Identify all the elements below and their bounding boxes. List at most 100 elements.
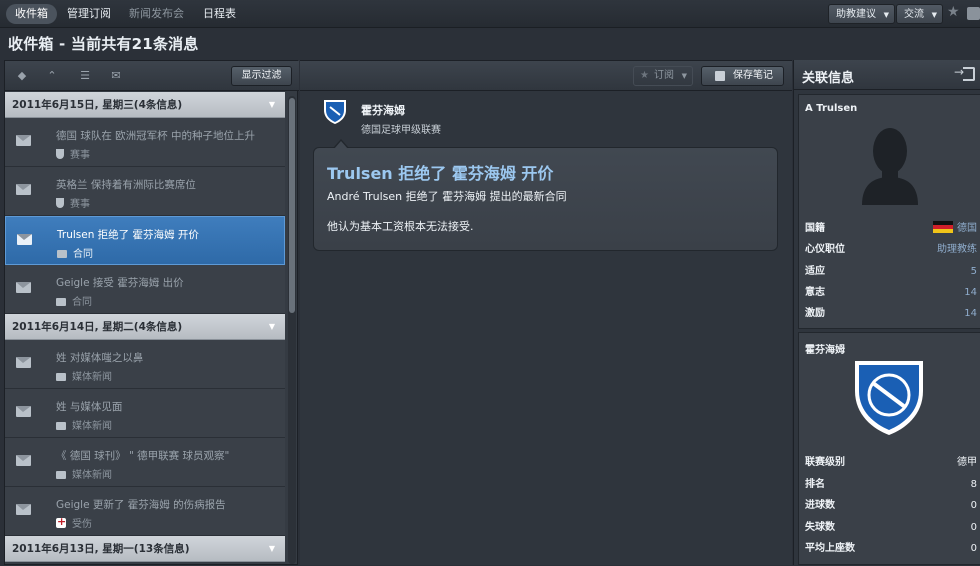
info-key: 意志 [805, 287, 825, 298]
list-item[interactable]: 《 德国 球刊》 " 德甲联赛 球员观察" 媒体新闻 [5, 438, 285, 487]
list-item[interactable]: Geigle 接受 霍芬海姆 出价 合同 [5, 265, 285, 314]
info-value: 0 [970, 500, 977, 511]
info-key: 激励 [805, 308, 825, 319]
message-category: 媒体新闻 [56, 417, 112, 432]
category-label: 赛事 [70, 199, 90, 210]
list-item[interactable]: 德国 球队在 欧洲冠军杯 中的种子地位上升 赛事 [5, 118, 285, 167]
info-key: 国籍 [805, 223, 825, 234]
mail-icon[interactable]: ✉ [109, 69, 123, 83]
tab-press-conference[interactable]: 新闻发布会 [120, 4, 193, 24]
list-item[interactable]: 姓 与媒体见面 媒体新闻 [5, 389, 285, 438]
info-value: 8 [970, 479, 977, 490]
message-body-line: André Trulsen 拒绝了 霍芬海姆 提出的最新合同 [327, 190, 567, 203]
info-value: 0 [970, 543, 977, 554]
detail-toolbar: 订阅 保存笔记 [300, 61, 792, 91]
message-body-line: 他认为基本工资根本无法接受. [327, 220, 474, 233]
info-value: 14 [964, 308, 977, 319]
info-key: 失球数 [805, 522, 835, 533]
info-row: 激励 14 [805, 304, 977, 324]
save-notes-button[interactable]: 保存笔记 [701, 66, 784, 86]
message-title: 英格兰 保持着有洲际比赛席位 [56, 179, 196, 191]
exit-panel-icon[interactable] [954, 65, 975, 81]
date-group-header[interactable]: 2011年6月15日, 星期三(4条信息) ▼ [5, 92, 285, 118]
shield-icon [56, 149, 64, 159]
newspaper-icon [56, 373, 66, 381]
list-scrollbar[interactable] [288, 96, 296, 564]
info-row: 意志 14 [805, 283, 977, 303]
tab-inbox[interactable]: 收件箱 [6, 4, 57, 24]
message-title: Geigle 接受 霍芬海姆 出价 [56, 277, 184, 289]
person-card: A Trulsen 国籍 德国 心仪职位 助理教练 适应 5 意志 14 激励 14 [798, 94, 980, 329]
envelope-icon [16, 455, 31, 466]
date-group-header[interactable]: 2011年6月14日, 星期二(4条信息) ▼ [5, 314, 285, 340]
contract-icon [56, 298, 66, 306]
page-title: 收件箱 - 当前共有21条消息 [8, 35, 199, 53]
related-info-header: 关联信息 [794, 60, 980, 90]
info-key: 适应 [805, 266, 825, 277]
club-crest-icon [855, 361, 923, 435]
newspaper-icon [56, 471, 66, 479]
message-headline: Trulsen 拒绝了 霍芬海姆 开价 [327, 164, 554, 183]
envelope-icon [17, 234, 32, 245]
message-title: 姓 与媒体见面 [56, 401, 123, 413]
newspaper-icon [56, 422, 66, 430]
list-item[interactable]: 姓 对媒体嗤之以鼻 媒体新闻 [5, 340, 285, 389]
nationality-value: 德国 [957, 223, 977, 234]
list-toolbar: ◆ ⌃ ☰ ✉ 显示过滤 [5, 61, 299, 91]
show-filter-button[interactable]: 显示过滤 [231, 66, 292, 86]
star-icon[interactable]: ★ [947, 4, 960, 20]
shield-icon [56, 198, 64, 208]
date-group-label: 2011年6月13日, 星期一(13条信息) [12, 543, 190, 555]
person-name[interactable]: A Trulsen [805, 103, 857, 114]
social-dropdown[interactable]: 交流 [896, 4, 943, 25]
info-key: 心仪职位 [805, 244, 845, 255]
scrollbar-thumb[interactable] [289, 98, 295, 313]
menu-icon[interactable] [967, 7, 980, 20]
sender-club-name[interactable]: 霍芬海姆 [361, 102, 405, 118]
list-item[interactable]: 英格兰 保持着有洲际比赛席位 赛事 [5, 167, 285, 216]
tab-manage-subscriptions[interactable]: 管理订阅 [58, 4, 120, 24]
info-key: 平均上座数 [805, 543, 855, 554]
chevron-down-icon: ▼ [268, 544, 275, 553]
sender-league-name[interactable]: 德国足球甲级联赛 [361, 121, 441, 136]
assistant-advice-dropdown[interactable]: 助教建议 [828, 4, 895, 25]
related-info-title: 关联信息 [802, 71, 855, 86]
message-list-panel: ◆ ⌃ ☰ ✉ 显示过滤 2011年6月15日, 星期三(4条信息) ▼ 德国 球… [4, 60, 299, 565]
tab-schedule[interactable]: 日程表 [194, 4, 245, 24]
info-row: 排名 8 [805, 475, 977, 495]
info-value[interactable]: 德甲 [957, 453, 977, 473]
envelope-icon [16, 184, 31, 195]
date-group-header[interactable]: 2011年6月13日, 星期一(13条信息) ▼ [5, 536, 285, 562]
message-category: 合同 [57, 245, 93, 260]
germany-flag-icon [933, 221, 953, 233]
subscribe-dropdown[interactable]: 订阅 [633, 66, 693, 86]
message-category: 合同 [56, 293, 92, 308]
club-name[interactable]: 霍芬海姆 [805, 341, 845, 356]
person-silhouette-icon [862, 128, 918, 205]
collapse-up-icon[interactable]: ⌃ [45, 69, 59, 83]
message-title: 姓 对媒体嗤之以鼻 [56, 352, 144, 364]
list-item[interactable]: Geigle 更新了 霍芬海姆 的伤病报告 受伤 [5, 487, 285, 536]
info-value: 助理教练 [937, 244, 977, 255]
message-category: 赛事 [56, 146, 90, 161]
list-item-selected[interactable]: Trulsen 拒绝了 霍芬海姆 开价 合同 [5, 216, 285, 265]
info-value[interactable]: 德国 [933, 219, 977, 239]
list-view-icon[interactable]: ☰ [78, 69, 92, 83]
info-key: 排名 [805, 479, 825, 490]
envelope-icon [16, 406, 31, 417]
club-card: 霍芬海姆 联赛级别 德甲 排名 8 进球数 0 失球数 0 平均上座数 0 [798, 332, 980, 565]
category-label: 受伤 [72, 519, 92, 530]
prev-icon[interactable]: ◆ [15, 69, 29, 83]
date-group-label: 2011年6月14日, 星期二(4条信息) [12, 321, 183, 333]
envelope-icon [16, 135, 31, 146]
category-label: 合同 [72, 297, 92, 308]
chevron-down-icon: ▼ [268, 322, 275, 331]
info-value: 0 [970, 522, 977, 533]
envelope-icon [16, 282, 31, 293]
category-label: 媒体新闻 [72, 372, 112, 383]
envelope-icon [16, 357, 31, 368]
envelope-icon [16, 504, 31, 515]
message-title: Geigle 更新了 霍芬海姆 的伤病报告 [56, 499, 226, 511]
category-label: 媒体新闻 [72, 470, 112, 481]
info-row: 适应 5 [805, 262, 977, 282]
